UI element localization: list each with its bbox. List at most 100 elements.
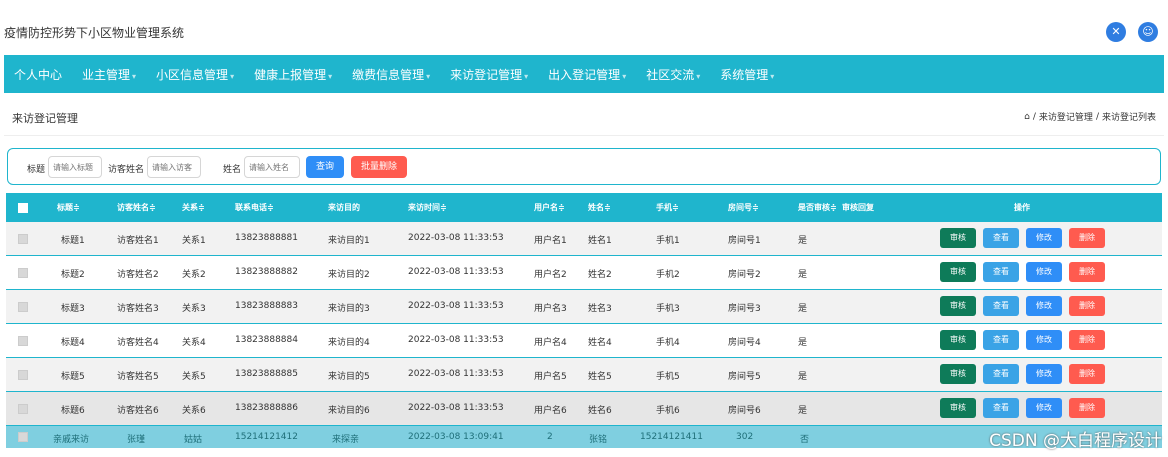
table-cell: 否: [800, 435, 810, 445]
table-cell: 是: [798, 406, 808, 416]
edit-button[interactable]: 修改: [1026, 330, 1062, 350]
column-header[interactable]: 关系≑: [182, 202, 205, 213]
table-row: 标题4 访客姓名4 关系4 13823888884 来访目的4 2022-03-08 11…: [6, 324, 1162, 358]
column-header[interactable]: 联系电话≑: [235, 202, 274, 213]
table-cell: 2022-03-08 11:33:53: [408, 301, 504, 311]
table-cell: 用户名2: [534, 270, 567, 280]
column-header[interactable]: 标题≑: [57, 202, 80, 213]
row-checkbox[interactable]: [18, 336, 28, 346]
row-checkbox[interactable]: [18, 234, 28, 244]
fullscreen-icon[interactable]: ✕: [1106, 22, 1126, 42]
edit-button[interactable]: 修改: [1026, 398, 1062, 418]
view-button[interactable]: 查看: [983, 296, 1019, 316]
edit-button[interactable]: 修改: [1026, 262, 1062, 282]
nav-item[interactable]: 个人中心: [4, 66, 72, 83]
table-cell: 标题5: [61, 372, 85, 382]
table-row: 标题5 访客姓名5 关系5 13823888885 来访目的5 2022-03-08 11…: [6, 358, 1162, 392]
table-cell: 访客姓名1: [117, 236, 159, 246]
table-cell: 访客姓名6: [117, 406, 159, 416]
audit-button[interactable]: 审核: [940, 228, 976, 248]
column-header[interactable]: 手机≑: [656, 202, 679, 213]
select-all-checkbox[interactable]: [18, 203, 28, 213]
view-button[interactable]: 查看: [983, 228, 1019, 248]
home-icon[interactable]: ⌂: [1024, 112, 1030, 122]
name-label: 姓名: [223, 165, 242, 175]
row-checkbox[interactable]: [18, 370, 28, 380]
row-checkbox[interactable]: [18, 404, 28, 414]
breadcrumb-item[interactable]: 来访登记管理: [1039, 110, 1093, 123]
query-button[interactable]: 查询: [306, 156, 344, 178]
nav-item[interactable]: 社区交流 ▾: [636, 66, 710, 83]
nav-item[interactable]: 来访登记管理 ▾: [440, 66, 538, 83]
table-cell: 访客姓名5: [117, 372, 159, 382]
nav-item[interactable]: 业主管理 ▾: [72, 66, 146, 83]
audit-button[interactable]: 审核: [940, 330, 976, 350]
name-search-input[interactable]: [244, 156, 300, 178]
edit-button[interactable]: 修改: [1026, 296, 1062, 316]
column-header[interactable]: 用户名≑: [534, 202, 565, 213]
column-header[interactable]: 是否审核≑: [798, 202, 837, 213]
view-button[interactable]: 查看: [983, 262, 1019, 282]
delete-button[interactable]: 删除: [1069, 296, 1105, 316]
table-cell: 是: [798, 304, 808, 314]
nav-item[interactable]: 系统管理 ▾: [710, 66, 784, 83]
column-header[interactable]: 房间号≑: [728, 202, 759, 213]
edit-button[interactable]: 修改: [1026, 228, 1062, 248]
nav-item[interactable]: 小区信息管理 ▾: [146, 66, 244, 83]
chevron-down-icon: ▾: [696, 71, 701, 81]
table-cell: 手机3: [656, 304, 680, 314]
table-cell: 房间号5: [728, 372, 761, 382]
table-cell: 亲戚来访: [53, 435, 90, 445]
table-cell: 来访目的6: [328, 406, 370, 416]
column-header[interactable]: 访客姓名≑: [117, 202, 156, 213]
nav-item-label: 业主管理: [82, 67, 131, 82]
top-bar: 疫情防控形势下小区物业管理系统 ✕ ☺: [0, 0, 1168, 62]
row-checkbox[interactable]: [18, 302, 28, 312]
search-panel: 标题 访客姓名 姓名 查询 批量删除: [7, 148, 1161, 185]
column-header[interactable]: 来访时间≑: [408, 202, 447, 213]
title-search-input[interactable]: [48, 156, 102, 178]
delete-button[interactable]: 删除: [1069, 364, 1105, 384]
nav-item[interactable]: 出入登记管理 ▾: [538, 66, 636, 83]
nav-item[interactable]: 健康上报管理 ▾: [244, 66, 342, 83]
table-cell: 2022-03-08 11:33:53: [408, 369, 504, 379]
breadcrumb-sep: /: [1095, 111, 1099, 122]
row-checkbox[interactable]: [18, 432, 28, 442]
table-cell: 姑姑: [184, 435, 203, 445]
nav-item[interactable]: 缴费信息管理 ▾: [342, 66, 440, 83]
table-cell: 标题6: [61, 406, 85, 416]
view-button[interactable]: 查看: [983, 364, 1019, 384]
audit-button[interactable]: 审核: [940, 296, 976, 316]
column-header[interactable]: 姓名≑: [588, 202, 611, 213]
delete-button[interactable]: 删除: [1069, 262, 1105, 282]
edit-button[interactable]: 修改: [1026, 364, 1062, 384]
breadcrumb-item: 来访登记列表: [1101, 113, 1156, 123]
chevron-down-icon: ▾: [770, 71, 775, 81]
visitor-search-input[interactable]: [147, 156, 201, 178]
view-button[interactable]: 查看: [983, 398, 1019, 418]
table-cell: 来访目的1: [328, 236, 370, 246]
delete-button[interactable]: 删除: [1069, 398, 1105, 418]
batch-delete-button[interactable]: 批量删除: [351, 156, 407, 178]
table-cell: 用户名5: [534, 372, 567, 382]
table-cell: 手机2: [656, 270, 680, 280]
delete-button[interactable]: 删除: [1069, 330, 1105, 350]
delete-button[interactable]: 删除: [1069, 228, 1105, 248]
table-cell: 用户名3: [534, 304, 567, 314]
chevron-down-icon: ▾: [524, 71, 529, 81]
table-cell: 标题3: [61, 304, 85, 314]
table-header: 标题≑ 访客姓名≑ 关系≑ 联系电话≑ 来访目的 来访时间≑ 用户名≑ 姓名≑ 手机≑ 房间号≑ 是…: [6, 193, 1162, 222]
table-cell: 关系4: [182, 338, 206, 348]
row-checkbox[interactable]: [18, 268, 28, 278]
column-header: 来访目的: [328, 203, 360, 212]
table-cell: 用户名4: [534, 338, 567, 348]
table-row: 标题1 访客姓名1 关系1 13823888881 来访目的1 2022-03-08 11…: [6, 222, 1162, 256]
audit-button[interactable]: 审核: [940, 262, 976, 282]
user-avatar-icon[interactable]: ☺: [1138, 22, 1158, 42]
view-button[interactable]: 查看: [983, 330, 1019, 350]
table-cell: 是: [798, 236, 808, 246]
table-cell: 2022-03-08 11:33:53: [408, 267, 504, 277]
audit-button[interactable]: 审核: [940, 398, 976, 418]
audit-button[interactable]: 审核: [940, 364, 976, 384]
table-cell: 用户名1: [534, 236, 567, 246]
